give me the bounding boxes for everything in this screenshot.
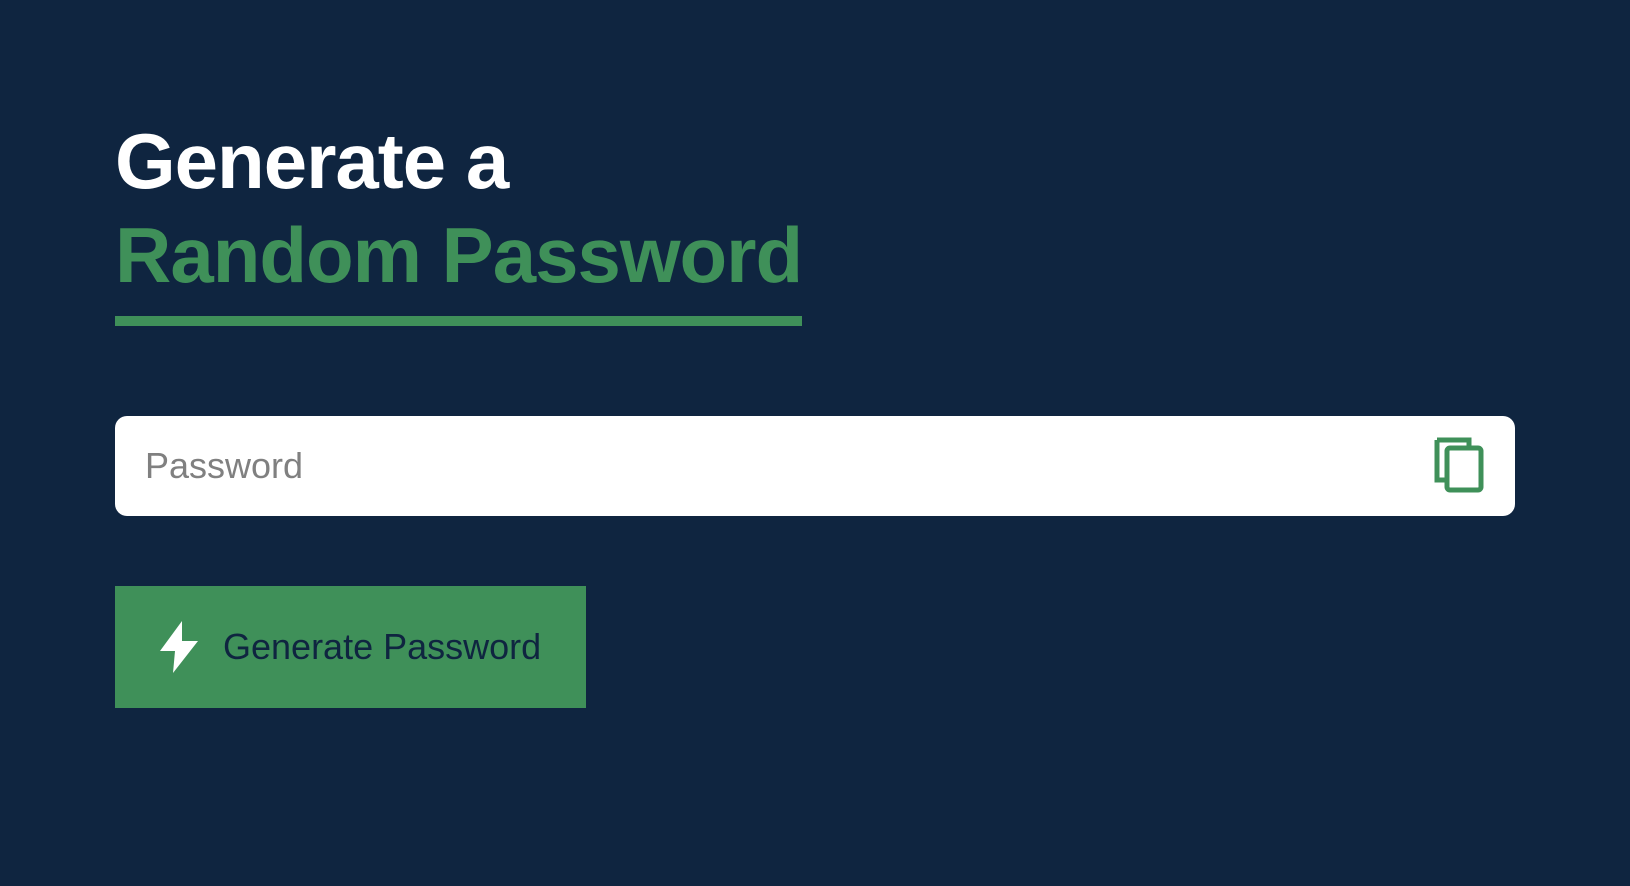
generate-password-button[interactable]: Generate Password: [115, 586, 586, 708]
generate-button-label: Generate Password: [223, 626, 541, 668]
bolt-icon: [160, 621, 198, 673]
copy-button[interactable]: [1433, 436, 1485, 497]
password-input[interactable]: [145, 445, 1413, 487]
heading-line1: Generate a: [115, 115, 1515, 209]
page-title: Generate a Random Password: [115, 115, 1515, 326]
heading-line2: Random Password: [115, 209, 802, 327]
password-input-row: [115, 416, 1515, 516]
main-container: Generate a Random Password Generate Pass…: [115, 115, 1515, 708]
copy-icon: [1433, 436, 1485, 497]
